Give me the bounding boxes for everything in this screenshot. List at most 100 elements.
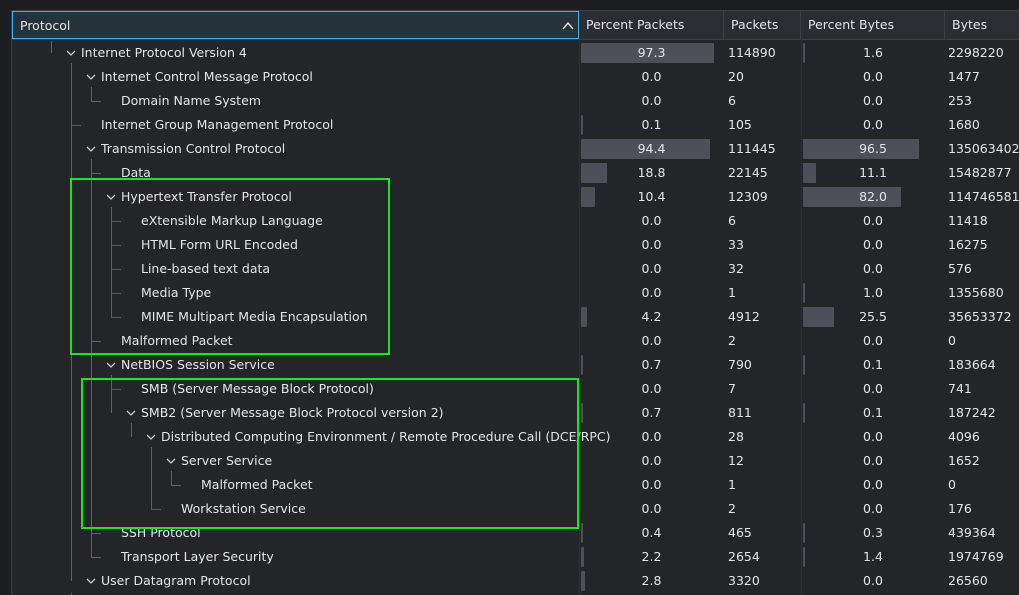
packets-value: 22145 xyxy=(728,165,768,180)
tree-connector-line xyxy=(51,41,52,53)
percent-bytes-value: 0.0 xyxy=(863,117,883,132)
table-row[interactable]: SSH Protocol 0.4 465 0.3 439364 xyxy=(12,521,1019,545)
tree-connector-line xyxy=(91,159,92,557)
protocol-name: Internet Control Message Protocol xyxy=(101,69,313,84)
bytes-value: 0 xyxy=(948,333,956,348)
packets-value: 6 xyxy=(728,93,736,108)
bytes-value: 183664 xyxy=(948,357,996,372)
protocol-name: Media Type xyxy=(141,285,212,300)
tree-connector-line xyxy=(111,221,121,222)
tree-connector-line xyxy=(71,63,72,581)
protocol-name: NetBIOS Session Service xyxy=(121,357,275,372)
percent-packets-value: 10.4 xyxy=(637,189,666,204)
packets-value: 20 xyxy=(728,69,744,84)
packets-value: 811 xyxy=(728,405,752,420)
chevron-down-icon[interactable] xyxy=(106,361,116,369)
percent-packets-value: 18.8 xyxy=(637,165,666,180)
chevron-down-icon[interactable] xyxy=(86,145,96,153)
tree-connector-line xyxy=(171,471,172,485)
chevron-down-icon[interactable] xyxy=(66,49,76,57)
protocol-name: SMB2 (Server Message Block Protocol vers… xyxy=(141,405,444,420)
tree-connector-line xyxy=(111,245,121,246)
bytes-value: 576 xyxy=(948,261,972,276)
tree-connector-line xyxy=(91,87,92,101)
column-header-protocol[interactable]: Protocol xyxy=(12,11,579,39)
table-row[interactable]: Workstation Service 0.0 2 0.0 176 xyxy=(12,497,1019,521)
table-row[interactable]: MIME Multipart Media Encapsulation 4.2 491… xyxy=(12,305,1019,329)
column-header-packets-label: Packets xyxy=(731,17,779,32)
tree-connector-line xyxy=(151,447,152,509)
table-row[interactable]: NetBIOS Session Service 0.7 790 0.1 183664 xyxy=(12,353,1019,377)
protocol-name: SMB (Server Message Block Protocol) xyxy=(141,381,374,396)
table-row[interactable]: SMB (Server Message Block Protocol) 0.0 7 0… xyxy=(12,377,1019,401)
percent-packets-value: 0.1 xyxy=(641,117,662,132)
table-row[interactable]: Data 18.8 22145 11.1 15482877 xyxy=(12,161,1019,185)
table-row[interactable]: Hypertext Transfer Protocol 10.4 12309 82.0… xyxy=(12,185,1019,209)
protocol-name: Distributed Computing Environment / Remo… xyxy=(161,429,611,444)
percent-bytes-value: 0.0 xyxy=(863,237,883,252)
table-row[interactable]: Malformed Packet 0.0 1 0.0 0 xyxy=(12,473,1019,497)
percent-packets-value: 0.0 xyxy=(641,381,662,396)
percent-bytes-value: 11.1 xyxy=(859,165,887,180)
packets-value: 6 xyxy=(728,213,736,228)
table-row[interactable]: Internet Protocol Version 4 97.3 114890 1.6… xyxy=(12,41,1019,65)
chevron-down-icon[interactable] xyxy=(86,73,96,81)
protocol-name: Transport Layer Security xyxy=(121,549,274,564)
table-row[interactable]: Server Service 0.0 12 0.0 1652 xyxy=(12,449,1019,473)
percent-bytes-value: 0.0 xyxy=(863,333,883,348)
protocol-name: Hypertext Transfer Protocol xyxy=(121,189,292,204)
percent-packets-value: 2.8 xyxy=(641,573,662,588)
packets-value: 1 xyxy=(728,285,736,300)
chevron-down-icon[interactable] xyxy=(106,193,116,201)
protocol-name: Workstation Service xyxy=(181,501,306,516)
column-header-percent-bytes[interactable]: Percent Bytes xyxy=(801,11,945,39)
bytes-value: 15482877 xyxy=(948,165,1012,180)
table-row[interactable]: eXtensible Markup Language 0.0 6 0.0 11418 xyxy=(12,209,1019,233)
chevron-down-icon[interactable] xyxy=(126,409,136,417)
protocol-name: Domain Name System xyxy=(121,93,261,108)
percent-bytes-value: 0.0 xyxy=(863,501,883,516)
tree-connector-line xyxy=(91,101,101,102)
packets-value: 2654 xyxy=(728,549,760,564)
percent-bytes-value: 0.0 xyxy=(863,453,883,468)
table-row[interactable]: Transport Layer Security 2.2 2654 1.4 197476… xyxy=(12,545,1019,569)
packets-value: 33 xyxy=(728,237,744,252)
protocol-name: Line-based text data xyxy=(141,261,271,276)
column-header-bytes[interactable]: Bytes xyxy=(945,11,1019,39)
packets-value: 4912 xyxy=(728,309,760,324)
table-row[interactable]: Internet Group Management Protocol 0.1 105… xyxy=(12,113,1019,137)
chevron-down-icon[interactable] xyxy=(86,577,96,585)
column-header-packets[interactable]: Packets xyxy=(724,11,801,39)
protocol-name: Malformed Packet xyxy=(201,477,313,492)
percent-bytes-value: 0.0 xyxy=(863,429,883,444)
packets-value: 12309 xyxy=(728,189,768,204)
table-row[interactable]: HTML Form URL Encoded 0.0 33 0.0 16275 xyxy=(12,233,1019,257)
chevron-down-icon[interactable] xyxy=(146,433,156,441)
tree-connector-line xyxy=(171,485,181,486)
bytes-value: 1652 xyxy=(948,453,980,468)
percent-bytes-value: 82.0 xyxy=(859,189,887,204)
table-row[interactable]: Malformed Packet 0.0 2 0.0 0 xyxy=(12,329,1019,353)
table-row[interactable]: Line-based text data 0.0 32 0.0 576 xyxy=(12,257,1019,281)
column-header-percent-packets[interactable]: Percent Packets xyxy=(579,11,724,39)
table-row[interactable]: Distributed Computing Environment / Remo… xyxy=(12,425,1019,449)
column-header-percent-packets-label: Percent Packets xyxy=(586,17,685,32)
protocol-name: HTML Form URL Encoded xyxy=(141,237,298,252)
percent-packets-value: 0.0 xyxy=(641,501,662,516)
bytes-value: 0 xyxy=(948,477,956,492)
percent-bytes-value: 1.4 xyxy=(863,549,883,564)
table-row[interactable]: Media Type 0.0 1 1.0 1355680 xyxy=(12,281,1019,305)
column-header-bytes-label: Bytes xyxy=(952,17,988,32)
table-row[interactable]: Transmission Control Protocol 94.4 111445 9… xyxy=(12,137,1019,161)
table-row[interactable]: User Datagram Protocol 2.8 3320 0.0 26560 xyxy=(12,569,1019,593)
tree-connector-line xyxy=(111,375,112,413)
table-row[interactable]: SMB2 (Server Message Block Protocol vers… xyxy=(12,401,1019,425)
percent-packets-value: 4.2 xyxy=(641,309,662,324)
table-row[interactable]: Internet Control Message Protocol 0.0 20 0.… xyxy=(12,65,1019,89)
protocol-name: Malformed Packet xyxy=(121,333,233,348)
chevron-down-icon[interactable] xyxy=(166,457,176,465)
table-row[interactable]: Domain Name System 0.0 6 0.0 253 xyxy=(12,89,1019,113)
packets-value: 32 xyxy=(728,261,744,276)
packets-value: 790 xyxy=(728,357,752,372)
tree-connector-line xyxy=(91,533,101,534)
